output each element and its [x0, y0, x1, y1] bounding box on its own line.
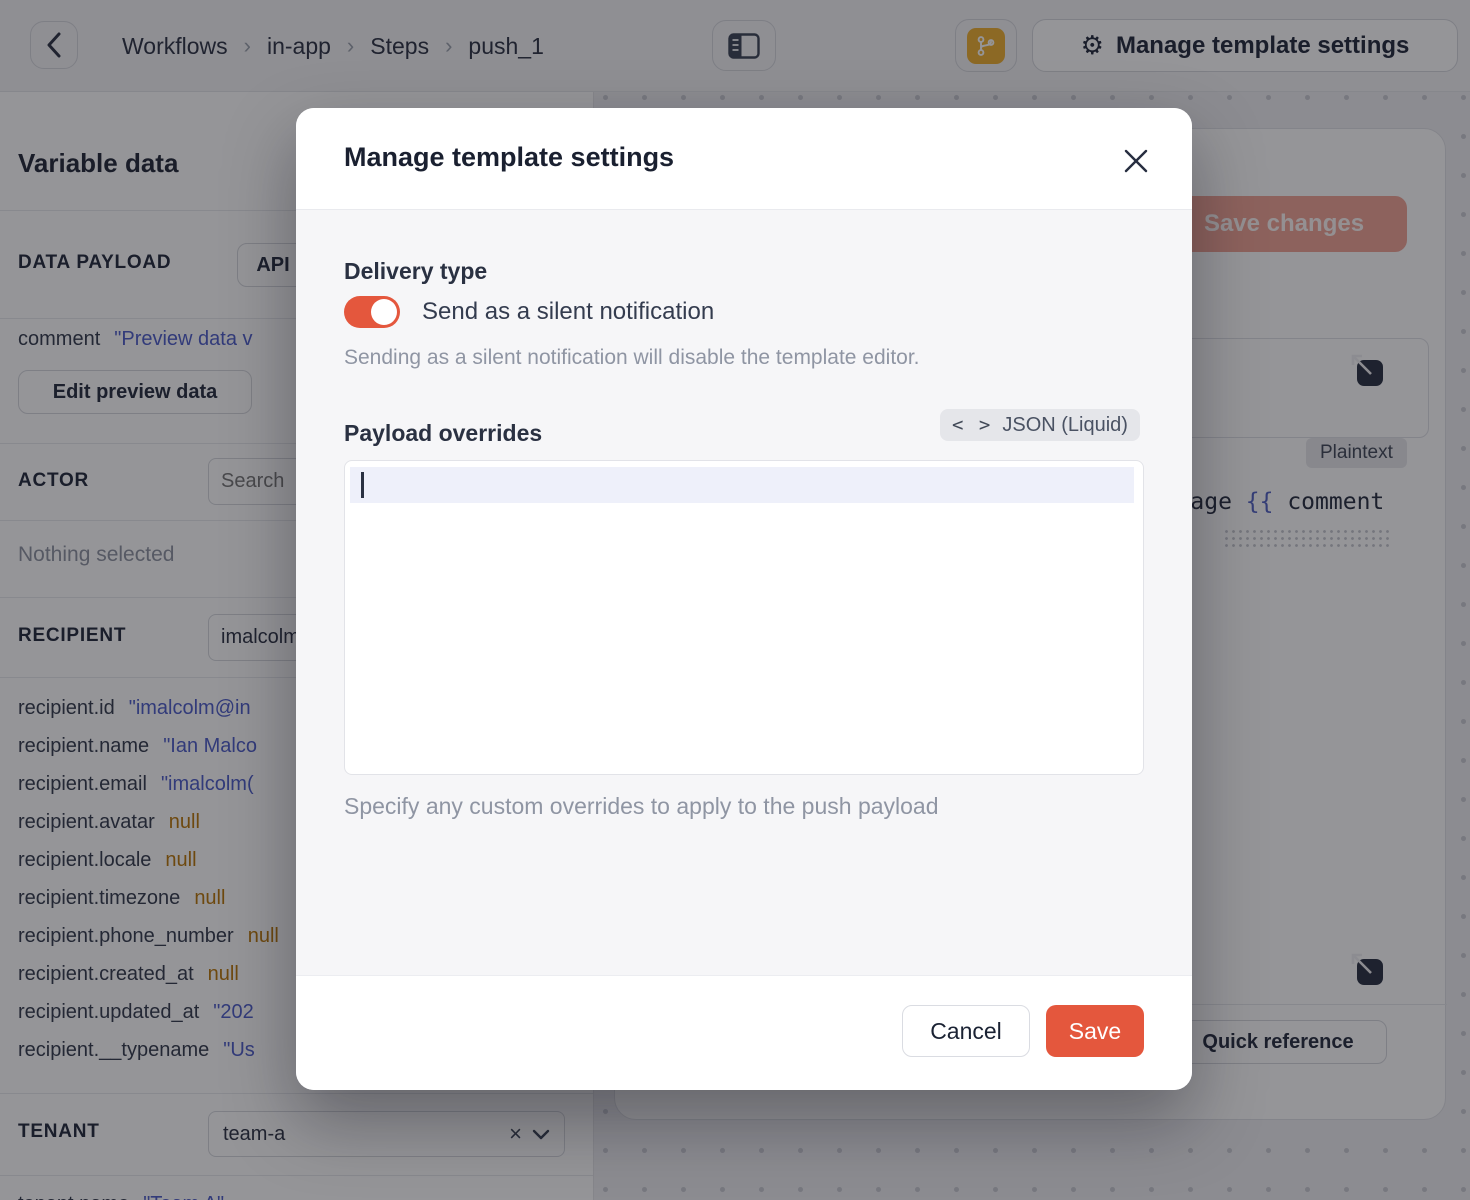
delivery-type-heading: Delivery type — [344, 258, 487, 285]
language-badge-label: JSON (Liquid) — [1002, 414, 1128, 437]
payload-overrides-helper: Specify any custom overrides to apply to… — [344, 793, 939, 820]
editor-active-line — [350, 467, 1134, 503]
toggle-knob — [371, 299, 397, 325]
payload-overrides-heading: Payload overrides — [344, 420, 542, 447]
save-button[interactable]: Save — [1046, 1005, 1144, 1057]
language-badge: < > JSON (Liquid) — [940, 409, 1140, 441]
app-window: Workflows › in-app › Steps › push_1 — [0, 0, 1470, 1200]
delivery-type-helper: Sending as a silent notification will di… — [344, 346, 920, 370]
code-icon: < > — [952, 414, 992, 436]
modal-footer: Cancel Save — [296, 975, 1192, 1090]
payload-overrides-editor[interactable] — [344, 460, 1144, 775]
manage-template-settings-modal: Manage template settings Delivery type S… — [296, 108, 1192, 1090]
cancel-button[interactable]: Cancel — [902, 1005, 1030, 1057]
silent-notification-label: Send as a silent notification — [422, 298, 714, 326]
close-icon — [1123, 148, 1149, 174]
modal-title: Manage template settings — [344, 142, 674, 173]
close-button[interactable] — [1114, 139, 1158, 183]
silent-notification-row: Send as a silent notification — [344, 296, 714, 328]
modal-header: Manage template settings — [296, 108, 1192, 210]
silent-notification-toggle[interactable] — [344, 296, 400, 328]
editor-caret — [361, 472, 364, 498]
